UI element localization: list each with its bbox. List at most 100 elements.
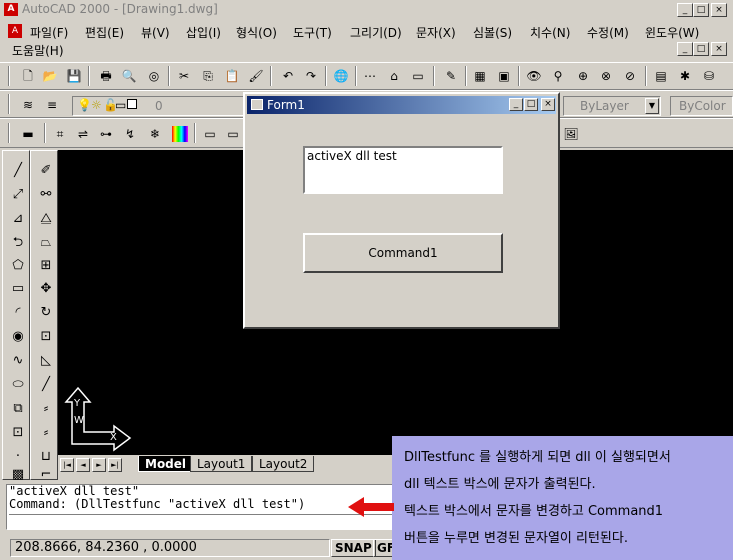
- menu-dimension[interactable]: 치수(N): [530, 24, 570, 41]
- offset-icon[interactable]: ⏢: [35, 233, 57, 253]
- last-tab-button[interactable]: ►|: [108, 458, 122, 472]
- rectangle-icon[interactable]: ▭: [7, 279, 29, 299]
- layers-icon[interactable]: ≋: [20, 97, 36, 113]
- array-icon[interactable]: ⊞: [35, 256, 57, 276]
- command1-button[interactable]: Command1: [303, 233, 503, 273]
- zoom-window-icon[interactable]: ⊕: [575, 68, 591, 84]
- pan-icon[interactable]: 👁: [526, 68, 542, 84]
- toolbar-icon[interactable]: ✱: [677, 68, 693, 84]
- menu-insert[interactable]: 삽입(I): [186, 24, 221, 41]
- arc-icon[interactable]: ◜: [7, 303, 29, 323]
- copy-object-icon[interactable]: ⚯: [35, 185, 57, 205]
- menu-format[interactable]: 형식(O): [236, 24, 277, 41]
- menu-help[interactable]: 도움말(H): [12, 42, 64, 59]
- doc-minimize-button[interactable]: _: [677, 42, 693, 56]
- plot-style-icon[interactable]: ▭: [202, 126, 218, 142]
- print-icon[interactable]: 🖶: [98, 68, 114, 84]
- make-current-icon[interactable]: ≡: [44, 97, 60, 113]
- copy-icon[interactable]: ⎘: [200, 68, 216, 84]
- prev-tab-button[interactable]: ◄: [76, 458, 90, 472]
- form-minimize-button[interactable]: _: [509, 98, 523, 111]
- tab-model[interactable]: Model: [138, 456, 194, 472]
- doc-close-button[interactable]: ×: [711, 42, 727, 56]
- menu-view[interactable]: 뷰(V): [141, 24, 170, 41]
- redo-icon[interactable]: ↷: [303, 68, 319, 84]
- line-icon[interactable]: ╱: [7, 161, 29, 181]
- menu-draw[interactable]: 그리기(D): [350, 24, 402, 41]
- menu-edit[interactable]: 편집(E): [85, 24, 124, 41]
- zoom-extents-icon[interactable]: ⊘: [622, 68, 638, 84]
- database-icon[interactable]: ⛁: [701, 68, 717, 84]
- menu-symbol[interactable]: 심볼(S): [473, 24, 512, 41]
- cut-icon[interactable]: ✂: [176, 68, 192, 84]
- document-icon[interactable]: A: [8, 24, 22, 38]
- tab-layout1[interactable]: Layout1: [190, 456, 253, 472]
- dim-ordinate-icon[interactable]: ⊶: [98, 126, 114, 142]
- redraw-icon[interactable]: ✎: [443, 68, 459, 84]
- undo-icon[interactable]: ↶: [280, 68, 296, 84]
- spline-icon[interactable]: ∿: [7, 351, 29, 371]
- object-snap-icon[interactable]: ⋯: [362, 68, 378, 84]
- extend-icon[interactable]: ⸗: [35, 423, 57, 443]
- dim-linear-icon[interactable]: ⌗: [52, 126, 68, 142]
- erase-icon[interactable]: ✐: [35, 161, 57, 181]
- text-style-icon[interactable]: ▭: [225, 126, 241, 142]
- properties-list-icon[interactable]: ▬: [20, 126, 36, 142]
- polyline-icon[interactable]: ⊿: [7, 209, 29, 229]
- snap-button[interactable]: SNAP: [331, 539, 376, 557]
- snowflake-icon[interactable]: ❄: [147, 126, 163, 142]
- open-icon[interactable]: 📂: [42, 68, 58, 84]
- ray-icon[interactable]: ⤢: [7, 185, 29, 205]
- menu-window[interactable]: 윈도우(W): [645, 24, 699, 41]
- zoom-realtime-icon[interactable]: ⚲: [550, 68, 566, 84]
- text1-textbox[interactable]: activeX dll test: [303, 146, 503, 194]
- menu-file[interactable]: 파일(F): [30, 24, 68, 41]
- print-preview-icon[interactable]: 🔍: [121, 68, 137, 84]
- polygon-icon[interactable]: ⬠: [7, 256, 29, 276]
- maximize-button[interactable]: □: [693, 3, 709, 17]
- multiline-icon[interactable]: ⮌: [7, 233, 29, 253]
- form-maximize-button[interactable]: □: [524, 98, 538, 111]
- point-icon[interactable]: ·: [7, 447, 29, 467]
- chamfer-icon[interactable]: ⌐: [35, 465, 57, 485]
- dim-aligned-icon[interactable]: ⇌: [75, 126, 91, 142]
- properties-icon[interactable]: ▦: [472, 68, 488, 84]
- color-palette-icon[interactable]: [172, 126, 188, 142]
- menu-text[interactable]: 문자(X): [416, 24, 456, 41]
- paste-icon[interactable]: 📋: [224, 68, 240, 84]
- hatch-icon[interactable]: ▩: [7, 465, 29, 485]
- first-tab-button[interactable]: |◄: [60, 458, 74, 472]
- image-icon[interactable]: 🖼: [563, 126, 579, 142]
- lengthen-icon[interactable]: ╱: [35, 375, 57, 395]
- circle-icon[interactable]: ◉: [7, 327, 29, 347]
- trim-icon[interactable]: ⸗: [35, 399, 57, 419]
- rotate-icon[interactable]: ↻: [35, 303, 57, 323]
- next-tab-button[interactable]: ►: [92, 458, 106, 472]
- new-icon[interactable]: 🗋: [20, 68, 36, 84]
- break-icon[interactable]: ⊔: [35, 447, 57, 467]
- close-button[interactable]: ×: [711, 3, 727, 17]
- menu-modify[interactable]: 수정(M): [587, 24, 629, 41]
- match-properties-icon[interactable]: 🖌: [248, 68, 264, 84]
- make-block-icon[interactable]: ⊡: [7, 423, 29, 443]
- minimize-button[interactable]: _: [677, 3, 693, 17]
- layer-dropdown[interactable]: 💡 ☼ 🔓 ▭ 0: [72, 96, 244, 116]
- zoom-previous-icon[interactable]: ⊗: [598, 68, 614, 84]
- save-icon[interactable]: 💾: [66, 68, 82, 84]
- form1-titlebar[interactable]: Form1 _ □ ×: [247, 96, 556, 114]
- inquiry-icon[interactable]: ▭: [410, 68, 426, 84]
- stretch-icon[interactable]: ◺: [35, 351, 57, 371]
- move-icon[interactable]: ✥: [35, 279, 57, 299]
- layer-manager-icon[interactable]: ▤: [653, 68, 669, 84]
- color-dropdown[interactable]: ByColor: [670, 96, 733, 116]
- dim-radius-icon[interactable]: ↯: [122, 126, 138, 142]
- linetype-dropdown[interactable]: ByLayer ▼: [563, 96, 661, 116]
- form-close-button[interactable]: ×: [541, 98, 555, 111]
- web-icon[interactable]: 🌐: [333, 68, 349, 84]
- ucs-icon[interactable]: ⌂: [386, 68, 402, 84]
- doc-restore-button[interactable]: □: [693, 42, 709, 56]
- menu-tools[interactable]: 도구(T): [293, 24, 332, 41]
- scale-icon[interactable]: ⊡: [35, 327, 57, 347]
- spell-icon[interactable]: ◎: [146, 68, 162, 84]
- ellipse-icon[interactable]: ⬭: [7, 375, 29, 395]
